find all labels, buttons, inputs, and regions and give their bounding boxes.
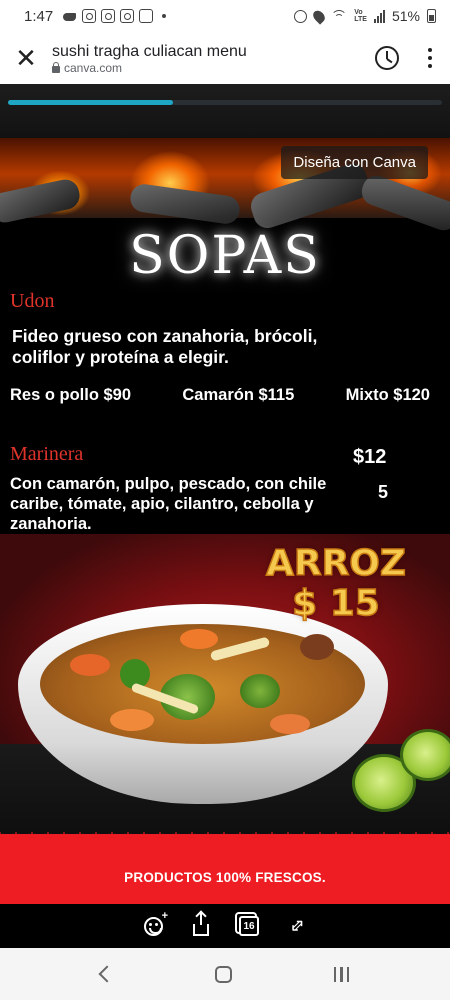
alarm-icon: [294, 9, 308, 23]
history-button[interactable]: [364, 32, 410, 84]
battery-percent: 51%: [391, 8, 420, 24]
system-navigation-bar: [0, 948, 450, 1000]
lte-icon: Vo LTE: [354, 9, 367, 23]
twitter-icon: [63, 10, 77, 22]
recents-icon[interactable]: [333, 966, 350, 982]
wifi-icon: [331, 10, 348, 22]
fire-banner-image: Diseña con Canva: [0, 138, 450, 235]
page-title: sushi tragha culiacan menu: [52, 42, 247, 60]
pages-button[interactable]: 16: [236, 913, 262, 939]
progress-area: [0, 84, 450, 138]
viewer-controls: + 16 ⇕: [0, 904, 450, 948]
design-with-canva-button[interactable]: Diseña con Canva: [281, 146, 428, 179]
pages-icon: 16: [239, 916, 259, 936]
battery-icon: [427, 9, 436, 23]
fullscreen-icon: ⇕: [284, 913, 310, 939]
back-icon[interactable]: [98, 965, 116, 983]
udon-name: Udon: [10, 290, 55, 312]
share-button[interactable]: [188, 912, 214, 939]
url-domain: canva.com: [52, 61, 364, 75]
marinera-name: Marinera: [10, 443, 84, 465]
slide-progress-fill: [8, 100, 173, 105]
arroz-promo: ARROZ $ 15: [256, 543, 416, 625]
status-bar: 1:47 Vo LTE 51%: [0, 0, 450, 32]
instagram-icon: [101, 9, 116, 23]
more-notifications-dot: [162, 14, 167, 18]
domain-text: canva.com: [64, 60, 123, 75]
udon-description: Fideo grueso con zanahoria, brócoli, col…: [12, 326, 318, 367]
slide-progress-bar[interactable]: [8, 100, 442, 105]
presentation-viewer: Diseña con Canva SOPAS Udon Fideo grueso…: [0, 84, 450, 948]
share-icon: [193, 912, 209, 936]
emoji-add-icon: [143, 916, 163, 936]
custom-tab-toolbar: ✕ sushi tragha culiacan menu canva.com: [0, 32, 450, 84]
close-icon[interactable]: ✕: [0, 32, 52, 84]
app-notification-icon: [139, 9, 154, 23]
title-block: sushi tragha culiacan menu canva.com: [52, 42, 364, 75]
red-footer-band: [0, 834, 450, 904]
fresh-products-text: PRODUCTOS 100% FRESCOS.: [124, 870, 326, 885]
more-vert-icon[interactable]: [410, 32, 450, 84]
arroz-price: $ 15: [291, 583, 380, 625]
home-icon[interactable]: [214, 965, 232, 983]
history-icon: [375, 46, 399, 70]
udon-price-res-pollo: Res o pollo $90: [10, 386, 132, 404]
status-time: 1:47: [24, 7, 54, 25]
instagram-icon: [120, 9, 135, 23]
arroz-label: ARROZ: [265, 543, 407, 585]
udon-price-camaron: Camarón $115: [182, 386, 295, 404]
udon-price-mixto: Mixto $120: [345, 386, 430, 404]
reaction-button[interactable]: +: [140, 910, 168, 939]
marinera-price-part1: $12: [353, 446, 387, 468]
fullscreen-button[interactable]: ⇕: [284, 913, 310, 939]
lock-icon: [52, 61, 60, 73]
udon-prices: Res o pollo $90 Camarón $115 Mixto $120: [10, 386, 430, 405]
notification-icons: [63, 9, 167, 23]
section-heading: SOPAS: [129, 226, 321, 286]
system-status-icons: Vo LTE 51%: [294, 7, 436, 25]
location-icon: [311, 7, 328, 25]
instagram-icon: [82, 9, 97, 23]
signal-icon: [373, 9, 385, 23]
marinera-description: Con camarón, pulpo, pescado, con chile c…: [10, 475, 327, 533]
